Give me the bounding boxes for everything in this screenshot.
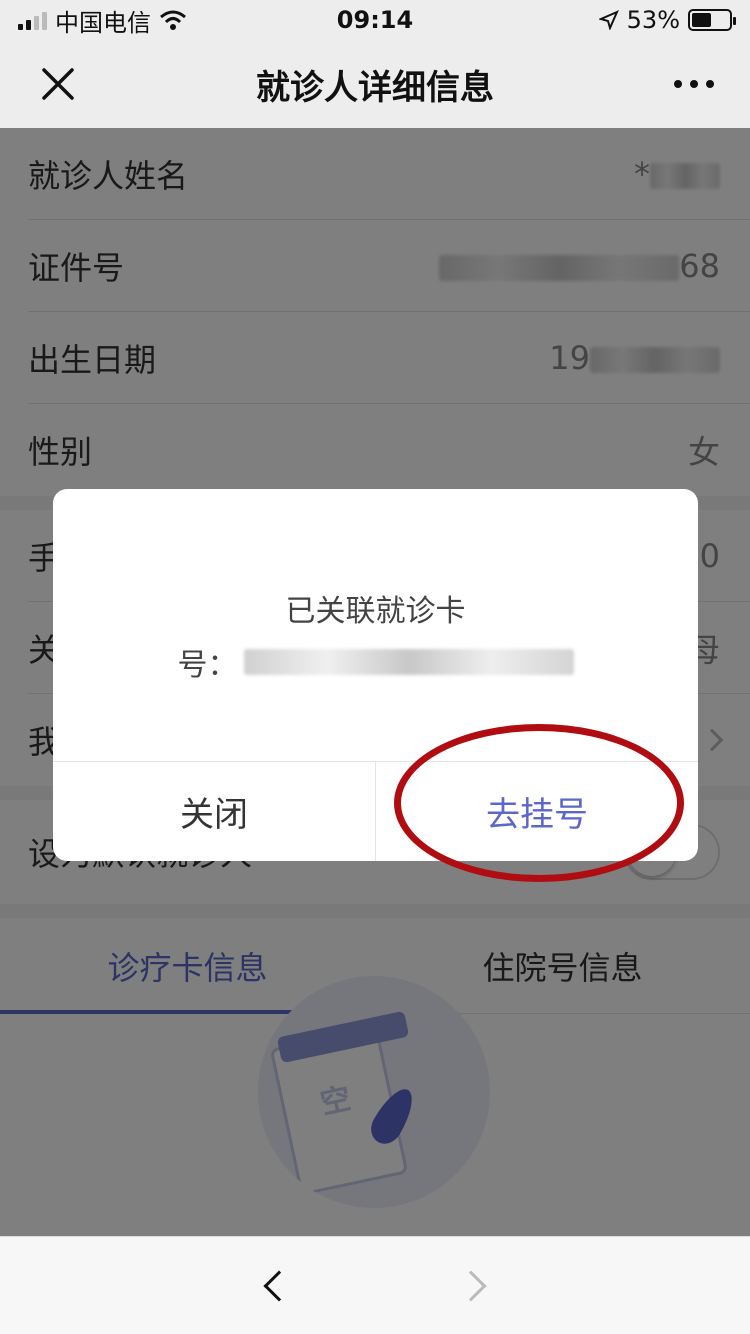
dialog-card-number: 号：: [178, 640, 574, 684]
close-icon[interactable]: [38, 64, 78, 104]
nav-bar: 就诊人详细信息: [0, 40, 750, 128]
dialog-message: 已关联就诊卡: [285, 594, 466, 629]
battery-icon: [688, 9, 736, 31]
dialog-buttons: 关闭 去挂号: [53, 761, 698, 861]
register-button[interactable]: 去挂号: [375, 762, 698, 861]
battery-fill: [692, 13, 712, 27]
dialog-body: 已关联就诊卡 号：: [53, 489, 698, 761]
battery-percent: 53%: [626, 6, 680, 34]
location-arrow-icon: [598, 10, 619, 30]
close-button[interactable]: 关闭: [53, 762, 375, 861]
status-bar: 中国电信 09:14 53%: [0, 0, 750, 40]
linked-card-dialog: 已关联就诊卡 号： 关闭 去挂号: [53, 489, 698, 861]
carrier-label: 中国电信: [55, 8, 151, 37]
status-left: 中国电信: [18, 3, 187, 38]
signal-icon: [18, 10, 47, 30]
chevron-left-icon[interactable]: [263, 1269, 295, 1302]
page-title: 就诊人详细信息: [256, 67, 494, 108]
bottom-nav-bar: [0, 1236, 750, 1334]
wifi-icon: [160, 10, 186, 30]
more-icon[interactable]: [674, 80, 714, 88]
chevron-right-icon[interactable]: [455, 1269, 487, 1302]
status-right: 53%: [598, 6, 736, 34]
